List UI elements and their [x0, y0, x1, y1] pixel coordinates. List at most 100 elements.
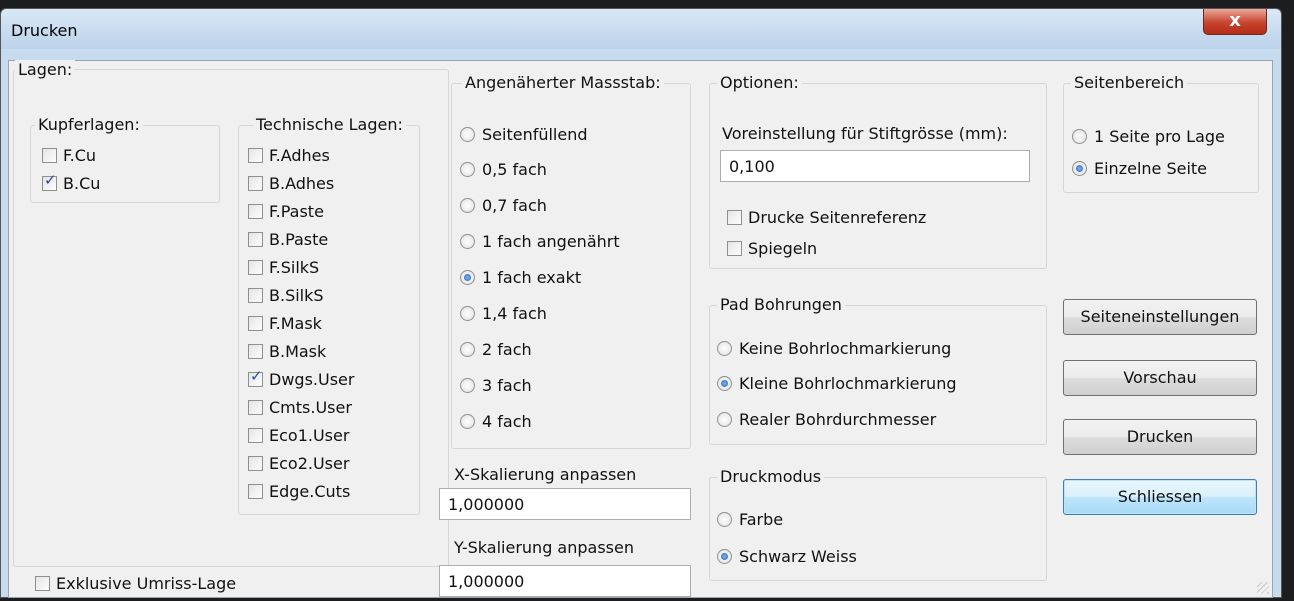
layer-checkbox-b-paste[interactable]: B.Paste — [248, 230, 328, 249]
layer-label: F.Adhes — [269, 146, 330, 165]
mode-radio-farbe[interactable]: Farbe — [717, 510, 783, 529]
vorschau-button[interactable]: Vorschau — [1063, 360, 1257, 396]
layer-checkbox-b-silks[interactable]: B.SilkS — [248, 286, 324, 305]
scale-option-label: 0,7 fach — [482, 196, 547, 215]
scale-option-label: 0,5 fach — [482, 160, 547, 179]
drill-radio-keine[interactable]: Keine Bohrlochmarkierung — [717, 339, 951, 358]
radio-icon — [1072, 129, 1087, 144]
radio-icon — [460, 306, 475, 321]
layer-label: B.SilkS — [269, 286, 324, 305]
scale-radio-0-5[interactable]: 0,5 fach — [460, 160, 547, 179]
radio-icon — [460, 198, 475, 213]
scale-radio-4[interactable]: 4 fach — [460, 412, 532, 431]
radio-icon — [460, 414, 475, 429]
layer-checkbox-b-adhes[interactable]: B.Adhes — [248, 174, 334, 193]
radio-selected-icon — [1072, 161, 1087, 176]
radio-icon — [460, 162, 475, 177]
checkbox-icon — [248, 148, 263, 163]
layer-checkbox-eco1-user[interactable]: Eco1.User — [248, 426, 349, 445]
drill-option-label: Realer Bohrdurchmesser — [739, 410, 937, 429]
layer-checkbox-b-cu[interactable]: ✓ B.Cu — [42, 173, 101, 193]
drucken-button[interactable]: Drucken — [1063, 419, 1257, 455]
layer-checkbox-f-adhes[interactable]: F.Adhes — [248, 146, 330, 165]
layer-label: F.Mask — [269, 314, 322, 333]
scale-option-label: Seitenfüllend — [482, 125, 588, 144]
scale-option-label: 1 fach angenährt — [482, 232, 620, 251]
radio-icon — [460, 378, 475, 393]
y-skalierung-label: Y-Skalierung anpassen — [454, 538, 634, 557]
checkbox-icon — [248, 428, 263, 443]
seitenreferenz-label: Drucke Seitenreferenz — [748, 208, 927, 227]
layer-label: B.Adhes — [269, 174, 335, 193]
checkbox-icon — [248, 232, 263, 247]
checkbox-icon — [248, 344, 263, 359]
close-icon: x — [1229, 10, 1241, 31]
lagen-label: Lagen: — [15, 60, 76, 79]
title-bar[interactable]: Drucken x — [1, 9, 1281, 49]
checkbox-icon — [248, 400, 263, 415]
mode-radio-schwarz-weiss[interactable]: Schwarz Weiss — [717, 547, 857, 566]
layer-label: Eco2.User — [269, 454, 350, 473]
scale-radio-3[interactable]: 3 fach — [460, 376, 532, 395]
mode-option-label: Farbe — [739, 510, 784, 529]
kupferlagen-label: Kupferlagen: — [35, 115, 143, 134]
stiftgroesse-input[interactable]: 0,100 — [720, 150, 1030, 182]
x-skalierung-input[interactable]: 1,000000 — [439, 488, 691, 520]
layer-label: F.SilkS — [269, 258, 320, 277]
schliessen-button[interactable]: Schliessen — [1063, 479, 1257, 515]
layer-checkbox-edge-cuts[interactable]: Edge.Cuts — [248, 482, 350, 501]
scale-radio-seitenfuellend[interactable]: Seitenfüllend — [460, 125, 588, 144]
layer-checkbox-f-silks[interactable]: F.SilkS — [248, 258, 319, 277]
mode-option-label: Schwarz Weiss — [739, 547, 857, 566]
layer-checkbox-eco2-user[interactable]: Eco2.User — [248, 454, 349, 473]
exklusive-umriss-label: Exklusive Umriss-Lage — [56, 574, 237, 593]
radio-icon — [717, 412, 732, 427]
checkbox-icon — [248, 484, 263, 499]
drill-option-label: Keine Bohrlochmarkierung — [739, 339, 952, 358]
seitenreferenz-checkbox[interactable]: Drucke Seitenreferenz — [727, 208, 926, 227]
scale-option-label: 4 fach — [482, 412, 532, 431]
layer-checkbox-cmts-user[interactable]: Cmts.User — [248, 398, 352, 417]
y-skalierung-input[interactable]: 1,000000 — [439, 565, 691, 597]
radio-icon — [460, 127, 475, 142]
page-option-label: Einzelne Seite — [1094, 159, 1208, 178]
scale-radio-1-angenaehrt[interactable]: 1 fach angenährt — [460, 232, 620, 251]
scale-radio-1-4[interactable]: 1,4 fach — [460, 304, 547, 323]
radio-icon — [460, 234, 475, 249]
resize-grip-icon[interactable] — [1257, 582, 1269, 594]
layer-label: B.Mask — [269, 342, 327, 361]
layer-checkbox-b-mask[interactable]: B.Mask — [248, 342, 326, 361]
radio-icon — [717, 341, 732, 356]
layer-checkbox-dwgs-user[interactable]: ✓ Dwgs.User — [248, 369, 355, 389]
spiegeln-label: Spiegeln — [748, 239, 818, 258]
scale-radio-1-exakt[interactable]: 1 fach exakt — [460, 268, 581, 287]
radio-selected-icon — [717, 549, 732, 564]
seiteneinstellungen-button[interactable]: Seiteneinstellungen — [1063, 299, 1257, 335]
x-skalierung-label: X-Skalierung anpassen — [454, 465, 637, 484]
radio-selected-icon — [460, 270, 475, 285]
page-radio-einzelne-seite[interactable]: Einzelne Seite — [1072, 159, 1207, 178]
scale-radio-0-7[interactable]: 0,7 fach — [460, 196, 547, 215]
layer-label: B.Cu — [63, 174, 101, 193]
drill-radio-kleine[interactable]: Kleine Bohrlochmarkierung — [717, 374, 957, 393]
close-button[interactable]: x — [1203, 9, 1267, 35]
layer-checkbox-f-mask[interactable]: F.Mask — [248, 314, 322, 333]
layer-label: Cmts.User — [269, 398, 352, 417]
stiftgroesse-label: Voreinstellung für Stiftgrösse (mm): — [722, 124, 1008, 143]
spiegeln-checkbox[interactable]: Spiegeln — [727, 239, 817, 258]
page-radio-seite-pro-lage[interactable]: 1 Seite pro Lage — [1072, 127, 1225, 146]
checkbox-icon — [248, 260, 263, 275]
layer-label: Dwgs.User — [269, 370, 355, 389]
checkbox-icon — [35, 576, 50, 591]
drill-radio-realer[interactable]: Realer Bohrdurchmesser — [717, 410, 936, 429]
layer-checkbox-f-paste[interactable]: F.Paste — [248, 202, 324, 221]
scale-option-label: 1 fach exakt — [482, 268, 582, 287]
layer-checkbox-f-cu[interactable]: F.Cu — [42, 146, 96, 165]
seitenbereich-label: Seitenbereich — [1071, 73, 1188, 92]
dialog-client-area: Lagen: Kupferlagen: F.Cu ✓ B.Cu Technisch… — [8, 60, 1273, 598]
print-dialog-window: Drucken x Lagen: Kupferlagen: F.Cu ✓ B.Cu… — [0, 8, 1282, 598]
scale-radio-2[interactable]: 2 fach — [460, 340, 532, 359]
layer-label: B.Paste — [269, 230, 329, 249]
drill-option-label: Kleine Bohrlochmarkierung — [739, 374, 957, 393]
exklusive-umriss-checkbox[interactable]: Exklusive Umriss-Lage — [35, 574, 236, 593]
